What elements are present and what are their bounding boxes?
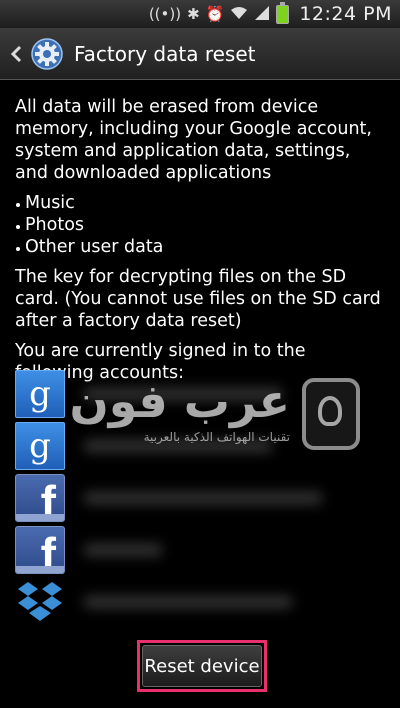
- account-row: f: [15, 524, 387, 576]
- alarm-icon: ⏰: [205, 4, 225, 23]
- account-row: f: [15, 472, 387, 524]
- account-name-redacted: [83, 543, 163, 557]
- facebook-icon: f: [15, 526, 65, 574]
- erase-items-list: Music Photos Other user data: [15, 192, 387, 258]
- list-item: Photos: [15, 214, 387, 236]
- nfc-icon: ((•)): [148, 4, 182, 23]
- account-row: [15, 576, 387, 628]
- watermark-subtitle: تقنيات الهواتف الذكية بالعربية: [143, 430, 290, 444]
- gear-icon: [30, 37, 64, 71]
- list-item: Music: [15, 192, 387, 214]
- dropbox-icon: [15, 578, 65, 626]
- sd-card-note: The key for decrypting files on the SD c…: [15, 267, 381, 331]
- status-bar: ((•)) ✱ ⏰ 12:24 PM: [0, 0, 400, 28]
- intro-text: All data will be erased from device memo…: [15, 97, 372, 183]
- page-title: Factory data reset: [74, 41, 256, 66]
- google-icon: g: [15, 370, 65, 418]
- title-bar: Factory data reset: [0, 28, 400, 80]
- facebook-icon: f: [15, 474, 65, 522]
- reset-device-button[interactable]: Reset device: [142, 645, 262, 687]
- list-item: Other user data: [15, 236, 387, 258]
- reset-highlight: Reset device: [137, 640, 267, 692]
- reset-description: All data will be erased from device memo…: [15, 96, 387, 392]
- signal-icon: [254, 5, 270, 24]
- watermark-title: عرب فون: [69, 374, 291, 428]
- status-clock: 12:24 PM: [299, 3, 392, 25]
- chevron-left-icon[interactable]: [2, 28, 30, 80]
- bluetooth-icon: ✱: [187, 4, 200, 23]
- account-name-redacted: [83, 595, 293, 609]
- watermark-logo-icon: [302, 378, 360, 450]
- google-icon: g: [15, 422, 65, 470]
- watermark: عرب فون تقنيات الهواتف الذكية بالعربية: [70, 372, 370, 462]
- account-name-redacted: [83, 491, 323, 505]
- wifi-icon: [230, 6, 248, 23]
- battery-icon: [276, 1, 290, 24]
